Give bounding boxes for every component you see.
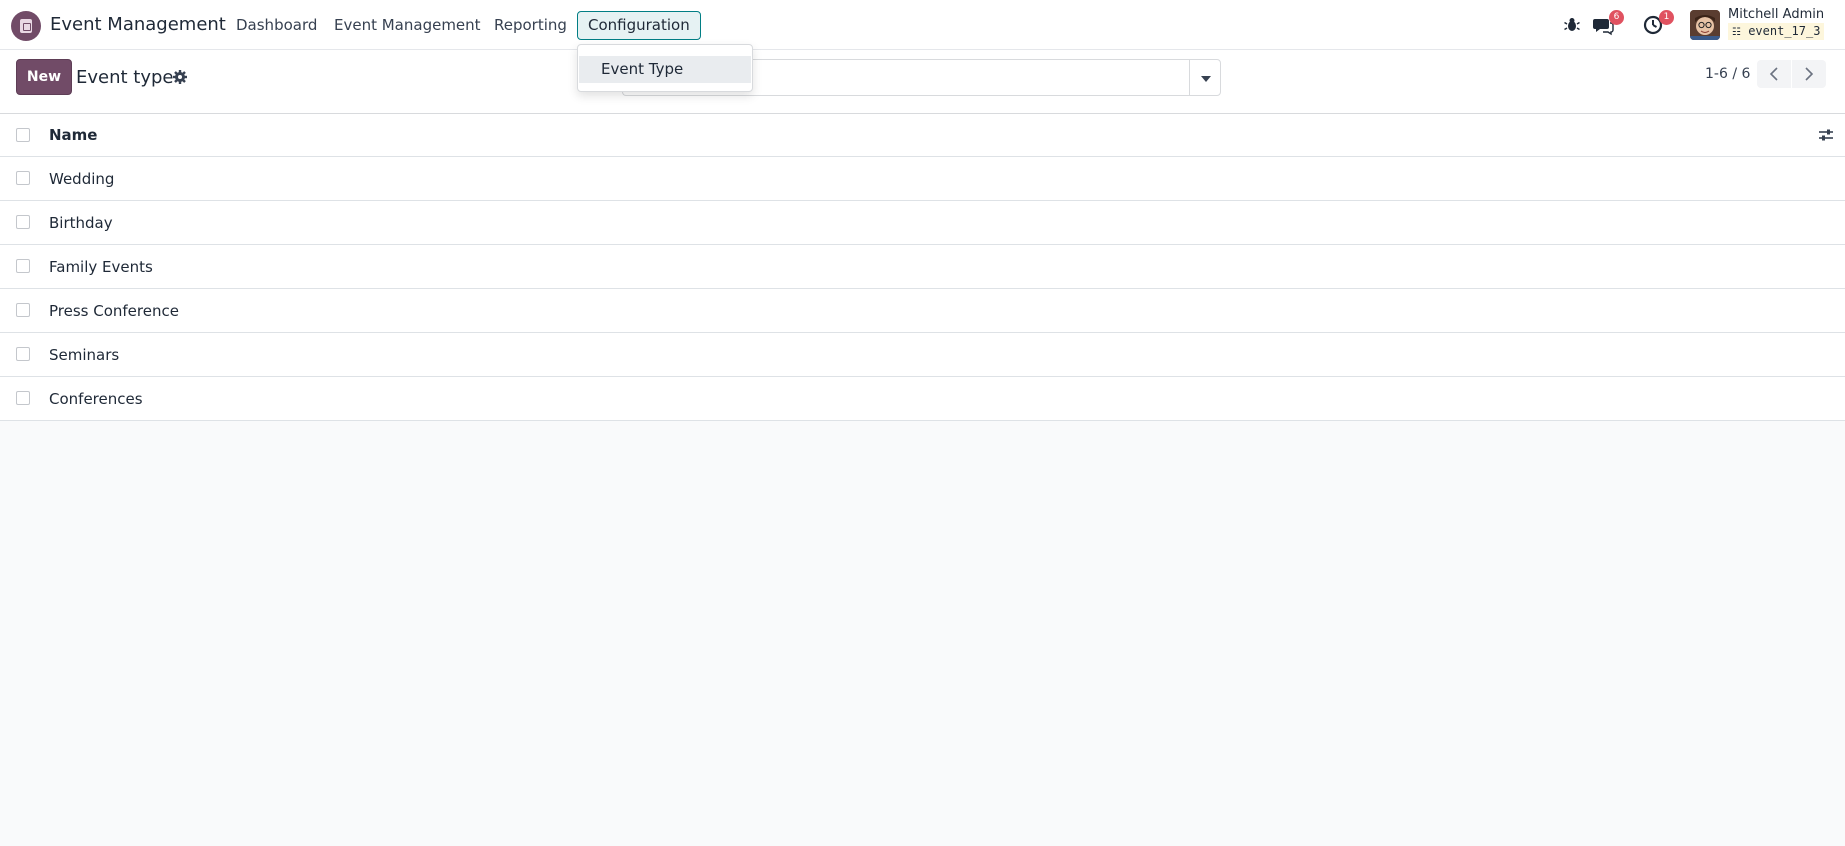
debug-bug-icon[interactable]: [1561, 14, 1583, 36]
menu-dashboard[interactable]: Dashboard: [236, 16, 317, 34]
row-checkbox[interactable]: [16, 215, 30, 229]
row-name[interactable]: Birthday: [49, 214, 113, 232]
row-checkbox[interactable]: [16, 347, 30, 361]
messages-chat-icon[interactable]: 6: [1592, 10, 1624, 36]
row-checkbox[interactable]: [16, 171, 30, 185]
menu-reporting[interactable]: Reporting: [494, 16, 567, 34]
pager-value[interactable]: 1-6 / 6: [1705, 66, 1750, 82]
page-title: Event type: [76, 67, 174, 88]
table-row[interactable]: Conferences: [0, 377, 1845, 421]
configuration-dropdown-menu: Event Type: [577, 44, 753, 92]
list-header: Name: [0, 114, 1845, 157]
user-avatar[interactable]: [1690, 10, 1720, 40]
row-checkbox[interactable]: [16, 303, 30, 317]
user-name[interactable]: Mitchell Admin: [1728, 7, 1824, 22]
messages-count-badge: 6: [1609, 10, 1624, 25]
search-options-toggle[interactable]: [1189, 59, 1221, 96]
row-checkbox[interactable]: [16, 259, 30, 273]
menu-event-management[interactable]: Event Management: [334, 16, 481, 34]
gear-icon[interactable]: [172, 69, 188, 85]
database-name: event_17_3: [1748, 24, 1821, 38]
row-name[interactable]: Press Conference: [49, 302, 179, 320]
dropdown-item-event-type[interactable]: Event Type: [579, 56, 751, 83]
activities-clock-icon[interactable]: 1: [1642, 10, 1674, 36]
row-name[interactable]: Wedding: [49, 170, 114, 188]
table-row[interactable]: Wedding: [0, 157, 1845, 201]
event-type-list: Name Wedding Birthday Family Events Pres…: [0, 114, 1845, 421]
table-row[interactable]: Birthday: [0, 201, 1845, 245]
pager-previous-button[interactable]: [1757, 60, 1791, 88]
database-icon: ☷: [1732, 27, 1741, 38]
database-name-badge: ☷ event_17_3: [1728, 23, 1825, 40]
top-navbar: Event Management Dashboard Event Managem…: [0, 0, 1845, 50]
app-name[interactable]: Event Management: [50, 14, 226, 35]
new-button[interactable]: New: [16, 59, 72, 95]
menu-configuration[interactable]: Configuration: [577, 11, 701, 40]
row-name[interactable]: Family Events: [49, 258, 153, 276]
table-row[interactable]: Family Events: [0, 245, 1845, 289]
apps-menu-icon[interactable]: [11, 11, 41, 41]
table-row[interactable]: Seminars: [0, 333, 1845, 377]
control-panel: New Event type 1-6 / 6: [0, 50, 1845, 114]
select-all-checkbox[interactable]: [16, 128, 30, 142]
activities-count-badge: 1: [1659, 10, 1674, 25]
row-name[interactable]: Seminars: [49, 346, 119, 364]
table-row[interactable]: Press Conference: [0, 289, 1845, 333]
row-name[interactable]: Conferences: [49, 390, 143, 408]
row-checkbox[interactable]: [16, 391, 30, 405]
column-header-name[interactable]: Name: [49, 126, 97, 144]
optional-columns-toggle-icon[interactable]: [1818, 127, 1834, 143]
pager-next-button[interactable]: [1792, 60, 1826, 88]
